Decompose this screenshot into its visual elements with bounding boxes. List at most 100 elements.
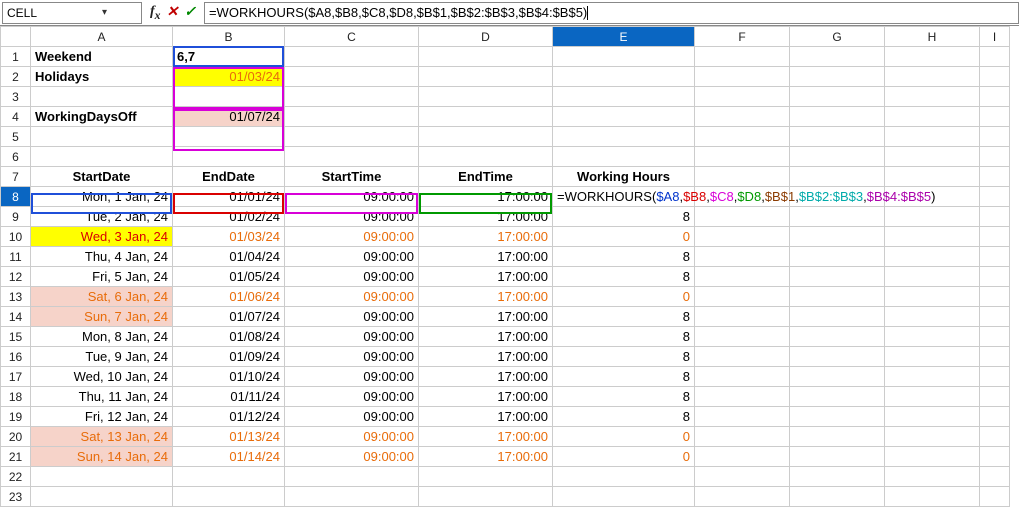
cell-empty-18-1[interactable] [790, 387, 885, 407]
cell-A8[interactable]: Mon, 1 Jan, 24 [31, 187, 173, 207]
cell-B7[interactable]: EndDate [173, 167, 285, 187]
col-header-I[interactable]: I [980, 27, 1010, 47]
row-header-2[interactable]: 2 [1, 67, 31, 87]
cell-empty-17-0[interactable] [695, 367, 790, 387]
cell-empty-10-3[interactable] [980, 227, 1010, 247]
cell-empty-6-0[interactable] [695, 147, 790, 167]
cell-empty-19-1[interactable] [790, 407, 885, 427]
cell-empty-6-1[interactable] [790, 147, 885, 167]
row-header-3[interactable]: 3 [1, 87, 31, 107]
cell-empty-7-2[interactable] [885, 167, 980, 187]
cell-empty-2-3[interactable] [980, 67, 1010, 87]
cell-empty-11-2[interactable] [885, 247, 980, 267]
cell-D2[interactable] [419, 67, 553, 87]
cell-empty-22-4[interactable] [553, 467, 695, 487]
cell-empty-22-3[interactable] [419, 467, 553, 487]
cell-B14[interactable]: 01/07/24 [173, 307, 285, 327]
col-header-A[interactable]: A [31, 27, 173, 47]
cell-A12[interactable]: Fri, 5 Jan, 24 [31, 267, 173, 287]
col-header-F[interactable]: F [695, 27, 790, 47]
cell-empty-16-0[interactable] [695, 347, 790, 367]
cell-empty-5-1[interactable] [790, 127, 885, 147]
cell-B10[interactable]: 01/03/24 [173, 227, 285, 247]
cell-empty-15-0[interactable] [695, 327, 790, 347]
cell-empty-20-0[interactable] [695, 427, 790, 447]
row-header-17[interactable]: 17 [1, 367, 31, 387]
cell-B15[interactable]: 01/08/24 [173, 327, 285, 347]
cell-empty-19-2[interactable] [885, 407, 980, 427]
cell-empty-13-0[interactable] [695, 287, 790, 307]
cell-D13[interactable]: 17:00:00 [419, 287, 553, 307]
cell-C8[interactable]: 09:00:00 [285, 187, 419, 207]
row-header-22[interactable]: 22 [1, 467, 31, 487]
cell-B19[interactable]: 01/12/24 [173, 407, 285, 427]
cell-empty-12-0[interactable] [695, 267, 790, 287]
cell-empty-9-3[interactable] [980, 207, 1010, 227]
cell-A13[interactable]: Sat, 6 Jan, 24 [31, 287, 173, 307]
cell-empty-12-3[interactable] [980, 267, 1010, 287]
cell-empty-11-3[interactable] [980, 247, 1010, 267]
cell-B17[interactable]: 01/10/24 [173, 367, 285, 387]
cell-empty-2-2[interactable] [885, 67, 980, 87]
cell-empty-16-2[interactable] [885, 347, 980, 367]
cell-empty-18-0[interactable] [695, 387, 790, 407]
cell-empty-9-0[interactable] [695, 207, 790, 227]
cell-E21[interactable]: 0 [553, 447, 695, 467]
cell-empty-21-1[interactable] [790, 447, 885, 467]
cell-A6[interactable] [31, 147, 173, 167]
cell-empty-23-3[interactable] [419, 487, 553, 507]
cell-empty-23-7[interactable] [885, 487, 980, 507]
cell-empty-2-1[interactable] [790, 67, 885, 87]
cell-D8[interactable]: 17:00:00 [419, 187, 553, 207]
cell-C21[interactable]: 09:00:00 [285, 447, 419, 467]
cell-E16[interactable]: 8 [553, 347, 695, 367]
cell-empty-8-3[interactable] [980, 187, 1010, 207]
cell-empty-15-1[interactable] [790, 327, 885, 347]
cell-C20[interactable]: 09:00:00 [285, 427, 419, 447]
cell-C6[interactable] [285, 147, 419, 167]
cell-D17[interactable]: 17:00:00 [419, 367, 553, 387]
cell-empty-14-2[interactable] [885, 307, 980, 327]
cell-empty-17-1[interactable] [790, 367, 885, 387]
row-header-14[interactable]: 14 [1, 307, 31, 327]
row-header-4[interactable]: 4 [1, 107, 31, 127]
cell-E15[interactable]: 8 [553, 327, 695, 347]
cell-empty-22-2[interactable] [285, 467, 419, 487]
cell-B4[interactable]: 01/07/24 [173, 107, 285, 127]
cell-C17[interactable]: 09:00:00 [285, 367, 419, 387]
cell-D11[interactable]: 17:00:00 [419, 247, 553, 267]
accept-icon[interactable]: ✓ [184, 4, 196, 21]
cell-A20[interactable]: Sat, 13 Jan, 24 [31, 427, 173, 447]
col-header-G[interactable]: G [790, 27, 885, 47]
cell-empty-18-3[interactable] [980, 387, 1010, 407]
cell-A5[interactable] [31, 127, 173, 147]
cell-E7[interactable]: Working Hours [553, 167, 695, 187]
cell-empty-5-0[interactable] [695, 127, 790, 147]
cell-C3[interactable] [285, 87, 419, 107]
cell-D14[interactable]: 17:00:00 [419, 307, 553, 327]
cell-B5[interactable] [173, 127, 285, 147]
cell-empty-17-2[interactable] [885, 367, 980, 387]
row-header-6[interactable]: 6 [1, 147, 31, 167]
cell-empty-1-0[interactable] [695, 47, 790, 67]
cell-C19[interactable]: 09:00:00 [285, 407, 419, 427]
cell-E4[interactable] [553, 107, 695, 127]
cell-empty-14-0[interactable] [695, 307, 790, 327]
fx-icon[interactable]: fx [150, 4, 161, 22]
cell-empty-14-1[interactable] [790, 307, 885, 327]
row-header-12[interactable]: 12 [1, 267, 31, 287]
cell-empty-10-0[interactable] [695, 227, 790, 247]
cell-B9[interactable]: 01/02/24 [173, 207, 285, 227]
cell-empty-23-0[interactable] [31, 487, 173, 507]
col-header-C[interactable]: C [285, 27, 419, 47]
cell-D5[interactable] [419, 127, 553, 147]
cell-B12[interactable]: 01/05/24 [173, 267, 285, 287]
select-all-cell[interactable] [1, 27, 31, 47]
cell-A14[interactable]: Sun, 7 Jan, 24 [31, 307, 173, 327]
col-header-B[interactable]: B [173, 27, 285, 47]
cell-D21[interactable]: 17:00:00 [419, 447, 553, 467]
cell-E14[interactable]: 8 [553, 307, 695, 327]
cell-B16[interactable]: 01/09/24 [173, 347, 285, 367]
cell-empty-22-6[interactable] [790, 467, 885, 487]
cell-empty-23-5[interactable] [695, 487, 790, 507]
